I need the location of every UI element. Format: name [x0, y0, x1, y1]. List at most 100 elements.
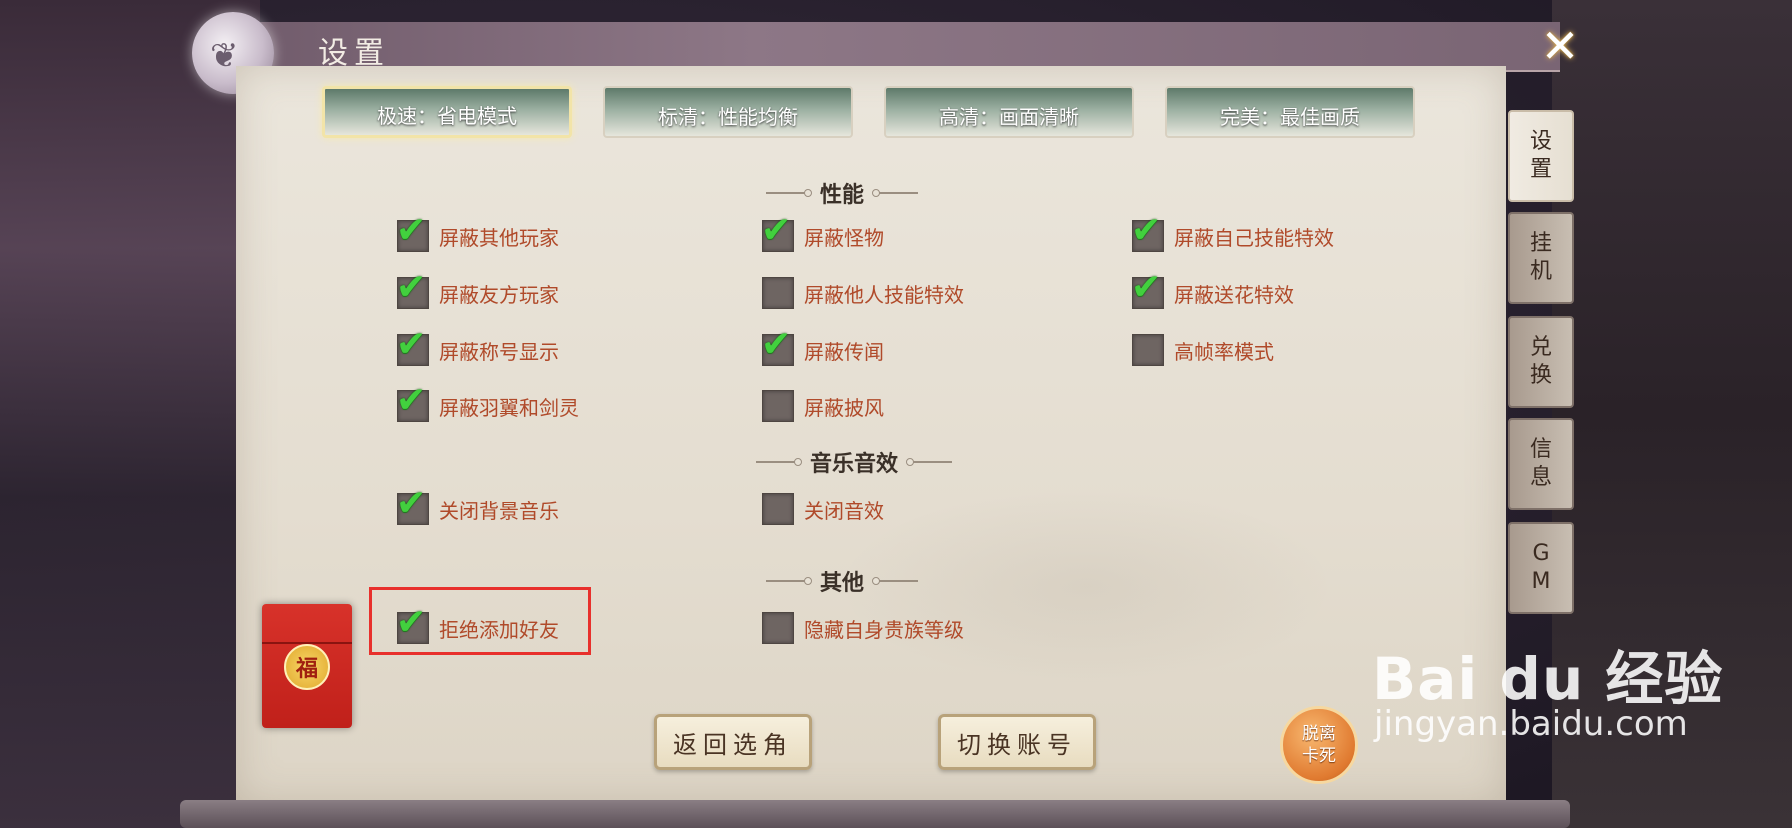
quality-preset-label: 高清：画面清晰: [939, 105, 1079, 129]
escape-label-line1: 脱离: [1302, 724, 1336, 744]
option-label: 屏蔽羽翼和剑灵: [439, 395, 579, 420]
option-hide-others-skill-effects[interactable]: 屏蔽他人技能特效: [762, 277, 964, 309]
option-label: 隐藏自身贵族等级: [804, 617, 964, 642]
section-other-title: 其他: [820, 571, 865, 596]
tab-label-char: 机: [1529, 259, 1552, 284]
checkbox[interactable]: [762, 612, 794, 644]
option-hide-noble-level[interactable]: 隐藏自身贵族等级: [762, 612, 964, 644]
divider-line: [872, 577, 919, 585]
option-hide-friendly-players[interactable]: ✔ 屏蔽友方玩家: [396, 268, 559, 309]
settings-panel: [236, 66, 1506, 804]
option-label: 屏蔽友方玩家: [439, 282, 559, 307]
option-label: 高帧率模式: [1174, 339, 1274, 364]
tab-label-char: 兑: [1529, 335, 1552, 360]
option-label: 屏蔽自己技能特效: [1174, 225, 1334, 250]
tab-label-char: 换: [1529, 363, 1552, 388]
option-label: 屏蔽披风: [804, 395, 884, 420]
scroll-roller-bottom: [180, 800, 1570, 828]
divider-line: [756, 458, 802, 466]
checkmark-icon: ✔: [396, 324, 427, 365]
section-audio-title: 音乐音效: [810, 452, 899, 477]
checkbox[interactable]: ✔: [396, 381, 429, 422]
section-other: 其他: [766, 566, 919, 596]
option-mute-sfx[interactable]: 关闭音效: [762, 493, 884, 525]
tab-label-char: 挂: [1529, 231, 1552, 256]
option-hide-rumors[interactable]: ✔ 屏蔽传闻: [761, 325, 884, 366]
tab-info[interactable]: 信 息: [1508, 418, 1574, 510]
option-hide-monsters[interactable]: ✔ 屏蔽怪物: [761, 211, 884, 252]
option-hide-cloak[interactable]: 屏蔽披风: [762, 390, 884, 422]
checkbox[interactable]: [1132, 334, 1164, 366]
escape-label-line2: 卡死: [1302, 746, 1336, 766]
divider-line: [766, 577, 812, 585]
close-icon: ✕: [1540, 19, 1580, 73]
option-mute-bgm[interactable]: ✔ 关闭背景音乐: [396, 484, 559, 525]
section-audio: 音乐音效: [756, 447, 953, 477]
checkbox[interactable]: ✔: [1131, 211, 1164, 252]
close-button[interactable]: ✕: [1534, 22, 1586, 70]
option-hide-own-skill-effects[interactable]: ✔ 屏蔽自己技能特效: [1131, 211, 1334, 252]
checkbox[interactable]: ✔: [1131, 268, 1164, 309]
quality-preset-high[interactable]: 高清：画面清晰: [884, 86, 1134, 138]
switch-account-button[interactable]: 切换账号: [938, 714, 1096, 770]
tab-label-char: 息: [1529, 465, 1552, 490]
quality-preset-perfect[interactable]: 完美：最佳画质: [1165, 86, 1415, 138]
tab-redeem[interactable]: 兑 换: [1508, 316, 1574, 408]
tab-label-char: M: [1531, 569, 1551, 594]
back-to-character-select-button[interactable]: 返回选角: [654, 714, 812, 770]
checkmark-icon: ✔: [761, 210, 792, 251]
quality-preset-label: 完美：最佳画质: [1220, 105, 1360, 129]
option-hide-other-players[interactable]: ✔ 屏蔽其他玩家: [396, 211, 559, 252]
tab-auto-battle[interactable]: 挂 机: [1508, 212, 1574, 304]
crane-emblem-icon: ❦: [210, 36, 239, 76]
option-label: 屏蔽其他玩家: [439, 225, 559, 250]
option-label: 屏蔽怪物: [804, 225, 884, 250]
highlight-annotation-box: [369, 587, 591, 655]
option-hide-flower-effects[interactable]: ✔ 屏蔽送花特效: [1131, 268, 1294, 309]
checkmark-icon: ✔: [396, 483, 427, 524]
option-label: 关闭音效: [804, 498, 884, 523]
checkbox[interactable]: ✔: [761, 325, 794, 366]
checkbox[interactable]: [762, 493, 794, 525]
tab-label-char: 信: [1529, 437, 1552, 462]
tab-label-char: 置: [1529, 157, 1552, 182]
background-left: [0, 0, 260, 828]
quality-preset-label: 标清：性能均衡: [658, 105, 798, 129]
section-performance-title: 性能: [820, 183, 865, 208]
checkmark-icon: ✔: [761, 324, 792, 365]
quality-preset-standard[interactable]: 标清：性能均衡: [603, 86, 853, 138]
checkbox[interactable]: [762, 277, 794, 309]
checkbox[interactable]: ✔: [761, 211, 794, 252]
checkbox[interactable]: ✔: [396, 325, 429, 366]
option-hide-wings-sword-spirit[interactable]: ✔ 屏蔽羽翼和剑灵: [396, 381, 579, 422]
checkmark-icon: ✔: [1131, 210, 1162, 251]
title-bar: [215, 22, 1560, 72]
option-label: 关闭背景音乐: [439, 498, 559, 523]
checkmark-icon: ✔: [396, 267, 427, 308]
checkmark-icon: ✔: [396, 210, 427, 251]
watermark-url: jingyan.baidu.com: [1374, 704, 1688, 744]
option-label: 屏蔽送花特效: [1174, 282, 1294, 307]
checkbox[interactable]: ✔: [396, 484, 429, 525]
quality-preset-speed[interactable]: 极速：省电模式: [322, 86, 572, 138]
checkbox[interactable]: ✔: [396, 211, 429, 252]
fortune-coin-icon: 福: [284, 644, 330, 690]
tab-gm[interactable]: G M: [1508, 522, 1574, 614]
option-high-fps-mode[interactable]: 高帧率模式: [1132, 334, 1274, 366]
option-hide-titles[interactable]: ✔ 屏蔽称号显示: [396, 325, 559, 366]
option-label: 屏蔽传闻: [804, 339, 884, 364]
divider-line: [872, 189, 919, 197]
checkbox[interactable]: ✔: [396, 268, 429, 309]
tab-label-char: 设: [1529, 129, 1552, 154]
checkmark-icon: ✔: [1131, 267, 1162, 308]
section-performance: 性能: [766, 178, 919, 208]
checkmark-icon: ✔: [396, 380, 427, 421]
checkbox[interactable]: [762, 390, 794, 422]
divider-line: [906, 458, 953, 466]
tab-settings[interactable]: 设 置: [1508, 110, 1574, 202]
quality-preset-label: 极速：省电模式: [377, 104, 517, 128]
option-label: 屏蔽他人技能特效: [804, 282, 964, 307]
tab-label-char: G: [1532, 541, 1550, 566]
escape-stuck-button[interactable]: 脱离 卡死: [1280, 706, 1358, 784]
divider-line: [766, 189, 812, 197]
